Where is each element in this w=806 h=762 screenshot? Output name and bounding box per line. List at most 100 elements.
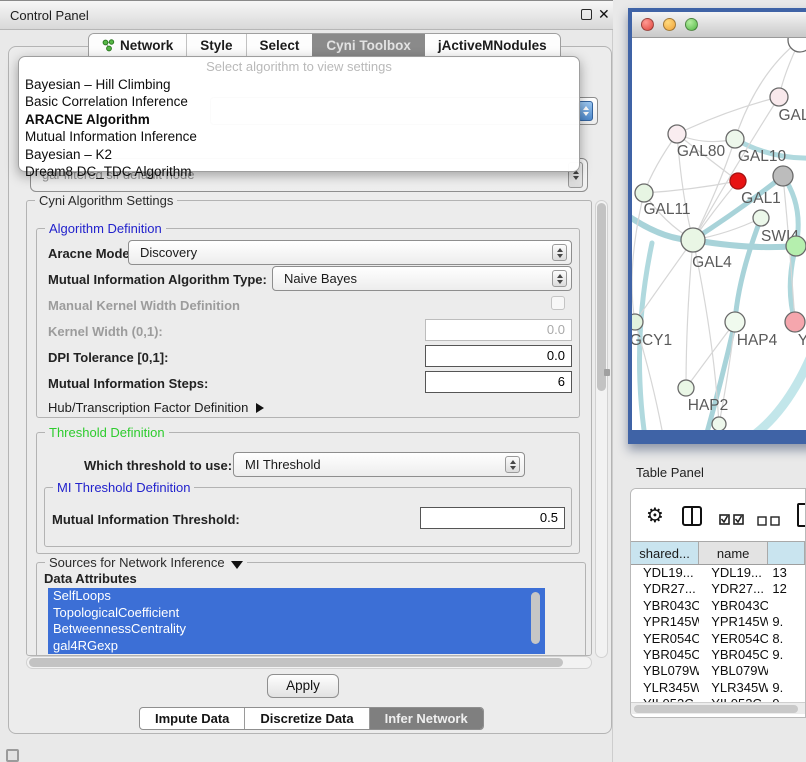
bottom-tab-discretize-data[interactable]: Discretize Data bbox=[244, 708, 368, 729]
which-threshold-label: Which threshold to use: bbox=[84, 458, 232, 473]
gear-icon[interactable]: ⚙ bbox=[646, 503, 664, 528]
algorithm-option[interactable]: Basic Correlation Inference bbox=[19, 93, 579, 110]
close-panel-icon[interactable]: ✕ bbox=[598, 6, 610, 23]
algorithm-dropdown-popup: Select algorithm to view settings Bayesi… bbox=[18, 56, 580, 172]
deselect-all-checkboxes-icon[interactable] bbox=[757, 516, 781, 526]
control-panel-title: Control Panel bbox=[10, 8, 89, 23]
algorithm-list: Bayesian – Hill ClimbingBasic Correlatio… bbox=[19, 76, 579, 180]
table-row[interactable]: YBR043CYBR043C bbox=[631, 598, 805, 614]
tab-style[interactable]: Style bbox=[186, 34, 245, 57]
threshold-definition-title: Threshold Definition bbox=[45, 425, 169, 440]
sources-group-toggle[interactable]: Sources for Network Inference bbox=[45, 555, 247, 570]
manual-kernel-width-checkbox[interactable] bbox=[551, 296, 565, 310]
network-node-gal[interactable] bbox=[770, 88, 788, 106]
algorithm-placeholder: Select algorithm to view settings bbox=[19, 59, 579, 76]
combobox-stepper-icon bbox=[552, 244, 567, 261]
network-icon bbox=[102, 39, 115, 52]
table-row[interactable]: YDR27...YDR27...12 bbox=[631, 581, 805, 597]
combobox-stepper-icon bbox=[578, 101, 593, 121]
aracne-mode-combobox[interactable]: Discovery bbox=[128, 240, 572, 265]
tab-network[interactable]: Network bbox=[89, 34, 186, 57]
table-cell: YER054C bbox=[699, 631, 768, 647]
network-node-gcy1[interactable] bbox=[632, 314, 643, 330]
table-row[interactable]: YBL079WYBL079W bbox=[631, 663, 805, 679]
hub-section-toggle[interactable]: Hub/Transcription Factor Definition bbox=[48, 400, 264, 415]
dpi-tolerance-field[interactable]: 0.0 bbox=[425, 345, 572, 367]
expand-right-icon bbox=[256, 403, 264, 413]
apply-button[interactable]: Apply bbox=[267, 674, 339, 698]
attribute-list-scrollbar[interactable] bbox=[531, 590, 541, 652]
algorithm-option[interactable]: Mutual Information Inference bbox=[19, 128, 579, 145]
table-horizontal-scrollbar[interactable] bbox=[631, 702, 805, 714]
network-node-label: HAP4 bbox=[737, 332, 778, 349]
column-header[interactable]: name bbox=[699, 542, 768, 564]
float-panel-icon[interactable] bbox=[581, 9, 592, 20]
bottom-tab-impute-data[interactable]: Impute Data bbox=[140, 708, 244, 729]
mi-threshold-field[interactable]: 0.5 bbox=[420, 507, 565, 529]
network-node[interactable] bbox=[773, 166, 793, 186]
table-cell: YDR27... bbox=[699, 581, 768, 597]
network-edge bbox=[644, 134, 677, 193]
close-window-icon[interactable] bbox=[641, 18, 654, 31]
network-node-gal4[interactable] bbox=[681, 228, 705, 252]
column-header[interactable] bbox=[768, 542, 805, 564]
network-node-gal11[interactable] bbox=[635, 184, 653, 202]
collapsed-panel-icon[interactable] bbox=[6, 749, 19, 762]
algorithm-option[interactable]: Dream8 DC_TDC Algorithm bbox=[19, 163, 579, 180]
settings-horizontal-scrollbar[interactable] bbox=[26, 656, 592, 669]
table-cell: 8. bbox=[768, 631, 805, 647]
network-node[interactable] bbox=[788, 38, 806, 52]
table-cell: YDR27... bbox=[631, 581, 699, 597]
tab-label: Style bbox=[200, 38, 232, 53]
network-view-window[interactable]: GALGAL80GAL10GAL1GAL11GAL4SWI4GCY1HAP4YH… bbox=[628, 8, 806, 444]
network-canvas[interactable]: GALGAL80GAL10GAL1GAL11GAL4SWI4GCY1HAP4YH… bbox=[632, 38, 806, 430]
network-node-y[interactable] bbox=[785, 312, 805, 332]
data-attribute-item[interactable]: gal4RGexp bbox=[48, 638, 545, 655]
minimize-window-icon[interactable] bbox=[663, 18, 676, 31]
algorithm-option[interactable]: Bayesian – Hill Climbing bbox=[19, 76, 579, 93]
network-node-hap4[interactable] bbox=[725, 312, 745, 332]
table-row[interactable]: YER054CYER054C8. bbox=[631, 631, 805, 647]
data-attribute-item[interactable]: SelfLoops bbox=[48, 588, 545, 605]
table-row[interactable]: YDL19...YDL19...13 bbox=[631, 565, 805, 581]
algorithm-option[interactable]: ARACNE Algorithm bbox=[19, 111, 579, 128]
network-node-gal1[interactable] bbox=[730, 173, 746, 189]
document-icon[interactable] bbox=[797, 503, 806, 527]
tab-select[interactable]: Select bbox=[246, 34, 313, 57]
network-node-swi4[interactable] bbox=[753, 210, 769, 226]
tab-label: Select bbox=[260, 38, 300, 53]
column-header[interactable]: shared... bbox=[631, 542, 699, 564]
which-threshold-combobox[interactable]: MI Threshold bbox=[233, 452, 525, 477]
table-cell: YDL19... bbox=[699, 565, 768, 581]
network-node-gal10[interactable] bbox=[726, 130, 744, 148]
table-cell: YLR345W bbox=[699, 680, 768, 696]
bottom-tab-infer-network[interactable]: Infer Network bbox=[369, 708, 483, 729]
tab-cyni-toolbox[interactable]: Cyni Toolbox bbox=[312, 34, 424, 57]
aracne-mode-label: Aracne Mode: bbox=[48, 246, 134, 261]
network-graph: GALGAL80GAL10GAL1GAL11GAL4SWI4GCY1HAP4YH… bbox=[632, 38, 806, 430]
data-attribute-item[interactable]: BetweennessCentrality bbox=[48, 621, 545, 638]
kernel-width-field[interactable]: 0.0 bbox=[425, 319, 572, 341]
network-node[interactable] bbox=[786, 236, 806, 256]
settings-vertical-scrollbar[interactable] bbox=[595, 200, 608, 658]
table-row[interactable]: YPR145WYPR145W9. bbox=[631, 614, 805, 630]
mi-steps-field[interactable]: 6 bbox=[425, 371, 572, 393]
table-row[interactable]: YBR045CYBR045C9. bbox=[631, 647, 805, 663]
mi-algorithm-type-value: Naive Bayes bbox=[284, 271, 357, 286]
network-node-gal80[interactable] bbox=[668, 125, 686, 143]
zoom-window-icon[interactable] bbox=[685, 18, 698, 31]
algorithm-option[interactable]: Bayesian – K2 bbox=[19, 146, 579, 163]
network-node[interactable] bbox=[712, 417, 726, 430]
network-node-label: Y bbox=[798, 332, 806, 349]
tab-jactivemnodules[interactable]: jActiveMNodules bbox=[424, 34, 560, 57]
splitter-grip[interactable] bbox=[604, 369, 610, 376]
network-node-hap2[interactable] bbox=[678, 380, 694, 396]
table-header-row: shared...name bbox=[631, 541, 805, 565]
select-all-checkboxes-icon[interactable] bbox=[719, 514, 745, 525]
aracne-mode-value: Discovery bbox=[140, 245, 197, 260]
screenshot-root: Control Panel ✕ Network Style Select Cyni T… bbox=[0, 0, 806, 762]
table-row[interactable]: YLR345WYLR345W9. bbox=[631, 680, 805, 696]
column-view-icon[interactable] bbox=[682, 506, 702, 526]
mi-algorithm-type-combobox[interactable]: Naive Bayes bbox=[272, 266, 572, 291]
data-attribute-item[interactable]: TopologicalCoefficient bbox=[48, 605, 545, 622]
